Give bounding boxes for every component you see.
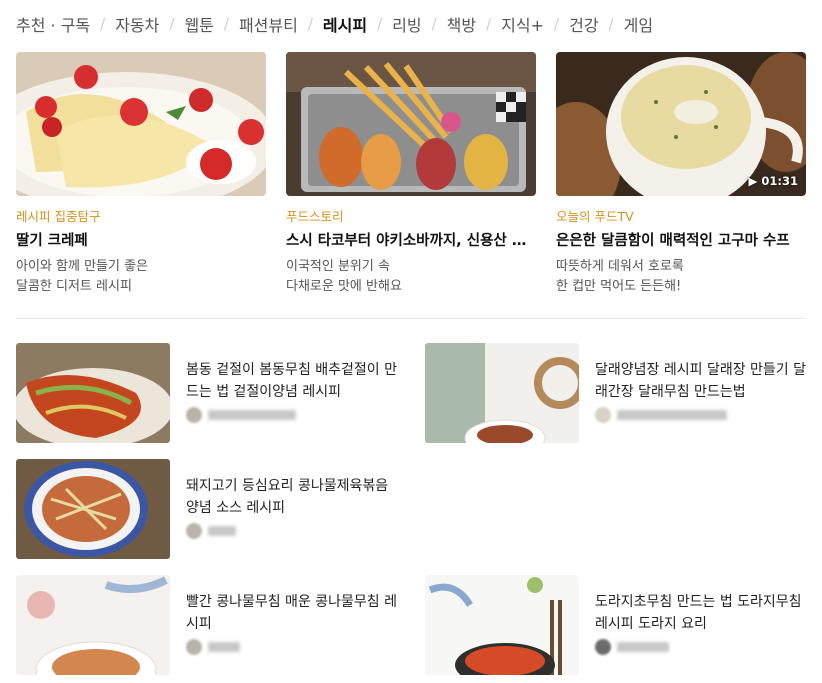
tab-separator: / [169, 15, 175, 33]
card-thumbnail[interactable]: ▶ 01:31 [556, 52, 806, 196]
list-thumbnail[interactable] [425, 575, 579, 675]
tab-health[interactable]: 건강 [569, 12, 598, 36]
author-name-blurred [617, 642, 669, 652]
tab-game[interactable]: 게임 [624, 12, 653, 36]
avatar [595, 639, 611, 655]
card-desc-line: 다채로운 맛에 반해요 [286, 279, 402, 294]
avatar [186, 639, 202, 655]
avatar [186, 523, 202, 539]
card-desc-line: 따뜻하게 데워서 호로록 [556, 259, 684, 274]
list-item[interactable]: 돼지고기 등심요리 콩나물제육볶음 양념 소스 레시피 [16, 459, 406, 559]
author [186, 407, 296, 423]
tab-separator: / [223, 15, 229, 33]
list-thumbnail[interactable] [425, 343, 579, 443]
card-description: 아이와 함께 만들기 좋은 달콤한 디저트 레시피 [16, 257, 266, 297]
list-item[interactable]: 봄동 겉절이 봄동무침 배추겉절이 만드는 법 겉절이양념 레시피 [16, 343, 406, 443]
avatar [186, 407, 202, 423]
card-title[interactable]: 딸기 크레페 [16, 231, 266, 251]
list-thumbnail[interactable] [16, 459, 170, 559]
card-desc-line: 이국적인 분위기 속 [286, 259, 390, 274]
tab-books[interactable]: 책방 [447, 12, 476, 36]
tab-fashion-beauty[interactable]: 패션뷰티 [239, 12, 298, 36]
tab-separator: / [377, 15, 383, 33]
author-name-blurred [617, 410, 727, 420]
list-item-title[interactable]: 봄동 겉절이 봄동무침 배추겉절이 만드는 법 겉절이양념 레시피 [186, 359, 404, 403]
card-title[interactable]: 스시 타코부터 야키소바까지, 신용산 레스토랑 [286, 231, 536, 251]
card-desc-line: 달콤한 디저트 레시피 [16, 279, 132, 294]
tab-living[interactable]: 리빙 [392, 12, 421, 36]
card-thumbnail[interactable] [286, 52, 536, 196]
card-desc-line: 아이와 함께 만들기 좋은 [16, 259, 148, 274]
author [186, 523, 236, 539]
author [595, 407, 727, 423]
card-category: 오늘의 푸드TV [556, 209, 634, 224]
card-category: 레시피 집중탐구 [16, 209, 101, 224]
author-name-blurred [208, 410, 296, 420]
list-item-title[interactable]: 빨간 콩나물무침 매운 콩나물무침 레시피 [186, 591, 404, 635]
tab-webtoon[interactable]: 웹툰 [184, 12, 213, 36]
author-name-blurred [208, 526, 236, 536]
tab-separator: / [486, 15, 492, 33]
featured-card-sushi-taco[interactable]: 푸드스토리 스시 타코부터 야키소바까지, 신용산 레스토랑 이국적인 분위기 … [286, 52, 536, 297]
card-description: 따뜻하게 데워서 호로록 한 컵만 먹어도 든든해! [556, 257, 806, 297]
tab-separator: / [608, 15, 614, 33]
author [595, 639, 669, 655]
tab-separator: / [431, 15, 437, 33]
card-title[interactable]: 은은한 달큼함이 매력적인 고구마 수프 [556, 231, 806, 251]
featured-card-strawberry-crepe[interactable]: 레시피 집중탐구 딸기 크레페 아이와 함께 만들기 좋은 달콤한 디저트 레시… [16, 52, 266, 297]
card-thumbnail[interactable] [16, 52, 266, 196]
tab-separator: / [307, 15, 313, 33]
tab-recommend[interactable]: 추천 · 구독 [16, 12, 90, 36]
list-thumbnail[interactable] [16, 575, 170, 675]
list-item[interactable]: 빨간 콩나물무침 매운 콩나물무침 레시피 [16, 575, 406, 675]
tab-separator: / [554, 15, 560, 33]
author-name-blurred [208, 642, 240, 652]
author [186, 639, 240, 655]
list-item[interactable]: 달래양념장 레시피 달래장 만들기 달래간장 달래무침 만드는법 [425, 343, 815, 443]
list-item[interactable]: 도라지초무침 만드는 법 도라지무침 레시피 도라지 요리 [425, 575, 815, 675]
video-duration: ▶ 01:31 [748, 174, 798, 188]
featured-card-sweet-potato-soup[interactable]: ▶ 01:31 오늘의 푸드TV 은은한 달큼함이 매력적인 고구마 수프 따뜻… [556, 52, 806, 297]
section-divider [16, 318, 806, 319]
card-desc-line: 한 컵만 먹어도 든든해! [556, 279, 682, 294]
category-tabs: 추천 · 구독 / 자동차 / 웹툰 / 패션뷰티 / 레시피 / 리빙 / 책방 / 지식+… [16, 11, 653, 37]
card-description: 이국적인 분위기 속 다채로운 맛에 반해요 [286, 257, 536, 297]
list-item-title[interactable]: 달래양념장 레시피 달래장 만들기 달래간장 달래무침 만드는법 [595, 359, 813, 403]
avatar [595, 407, 611, 423]
tab-knowledge[interactable]: 지식+ [501, 12, 544, 36]
list-item-title[interactable]: 도라지초무침 만드는 법 도라지무침 레시피 도라지 요리 [595, 591, 813, 635]
card-category: 푸드스토리 [286, 209, 344, 224]
tab-car[interactable]: 자동차 [115, 12, 159, 36]
tab-separator: / [100, 15, 106, 33]
tab-recipe[interactable]: 레시피 [323, 12, 367, 36]
list-thumbnail[interactable] [16, 343, 170, 443]
list-item-title[interactable]: 돼지고기 등심요리 콩나물제육볶음 양념 소스 레시피 [186, 475, 404, 519]
